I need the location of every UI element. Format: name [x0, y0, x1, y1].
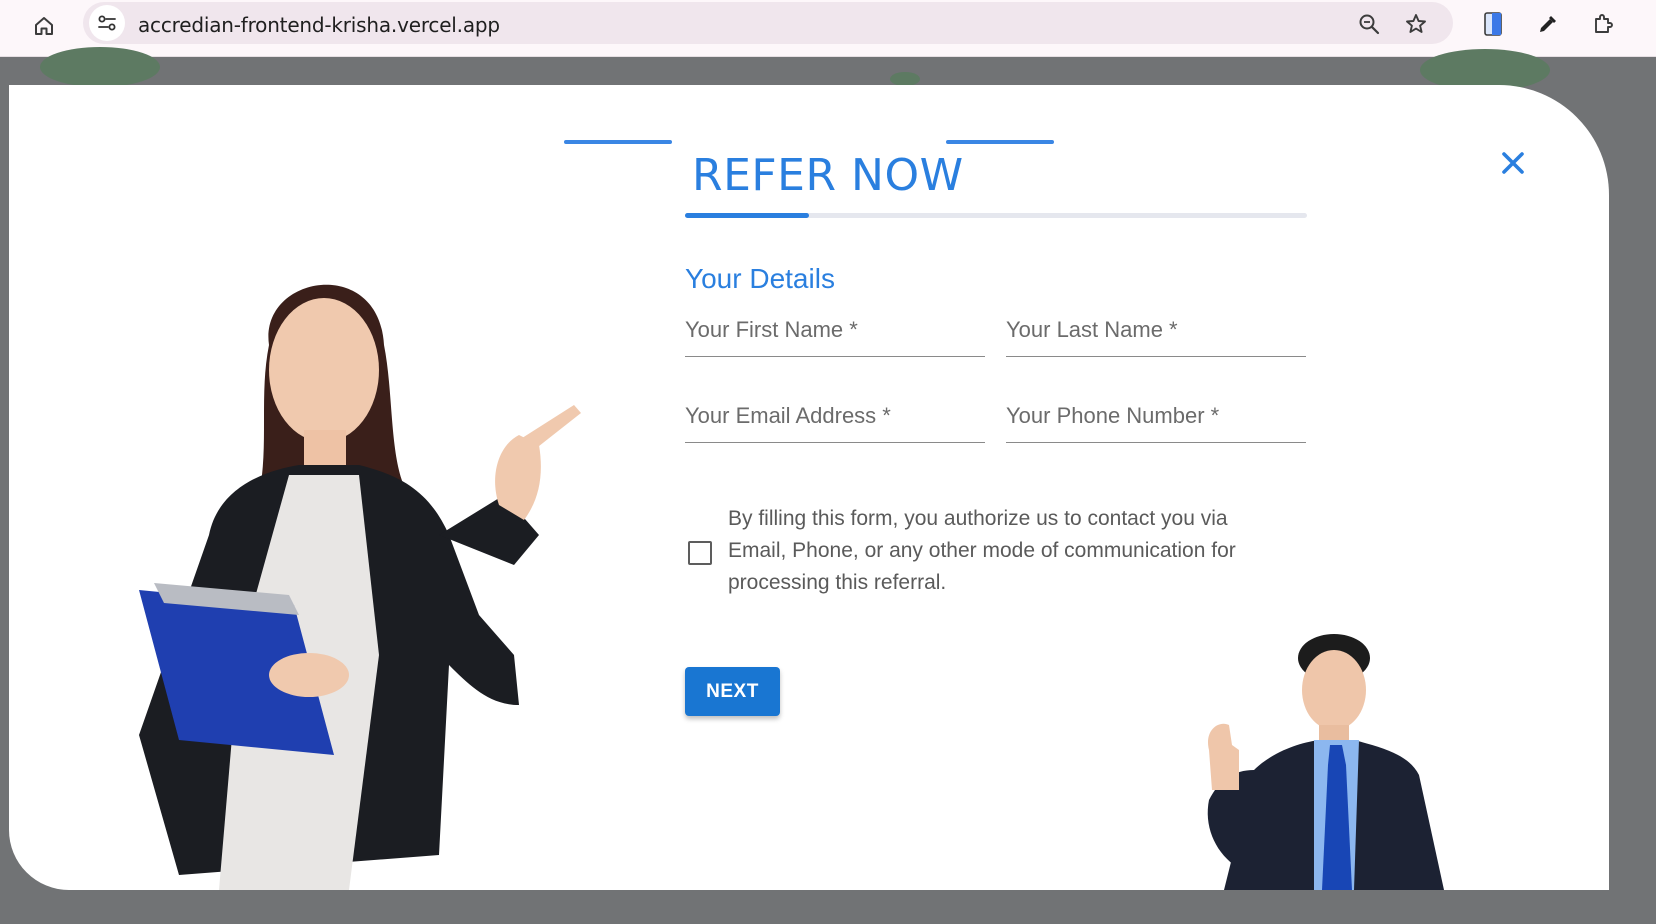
next-button[interactable]: NEXT: [685, 667, 780, 716]
home-icon[interactable]: [28, 10, 60, 42]
refer-modal: REFER NOW Your Details By filling this f…: [9, 85, 1609, 890]
title-divider-left: [564, 140, 672, 144]
step-progress-fill: [685, 213, 810, 218]
consent-checkbox[interactable]: [688, 541, 712, 565]
decorative-leaf: [40, 47, 160, 87]
title-divider-right: [946, 140, 1054, 144]
decorative-leaf: [890, 72, 920, 86]
address-bar[interactable]: accredian-frontend-krisha.vercel.app: [83, 2, 1453, 44]
first-name-input[interactable]: [685, 306, 985, 354]
zoom-icon[interactable]: [1354, 9, 1384, 39]
site-info-icon[interactable]: [89, 5, 125, 41]
step-progress-bar: [685, 213, 1307, 218]
url-text[interactable]: accredian-frontend-krisha.vercel.app: [138, 13, 500, 37]
extensions-icon[interactable]: [1587, 8, 1619, 40]
modal-title: REFER NOW: [692, 150, 964, 202]
last-name-field: [1006, 306, 1306, 357]
man-illustration: [1207, 634, 1444, 890]
last-name-input[interactable]: [1006, 306, 1306, 354]
woman-illustration: [139, 284, 581, 890]
close-icon[interactable]: [1493, 143, 1533, 183]
consent-text: By filling this form, you authorize us t…: [728, 507, 1236, 594]
modal-header: REFER NOW: [9, 85, 1609, 201]
bookmark-star-icon[interactable]: [1401, 9, 1431, 39]
consent-row: By filling this form, you authorize us t…: [685, 503, 1305, 603]
section-title: Your Details: [685, 263, 835, 294]
reading-mode-icon[interactable]: [1477, 8, 1509, 40]
eyedropper-icon[interactable]: [1532, 8, 1564, 40]
email-input[interactable]: [685, 392, 985, 440]
phone-field: [1006, 392, 1306, 443]
first-name-field: [685, 306, 985, 357]
email-field: [685, 392, 985, 443]
browser-toolbar: accredian-frontend-krisha.vercel.app: [0, 0, 1656, 57]
phone-input[interactable]: [1006, 392, 1306, 440]
